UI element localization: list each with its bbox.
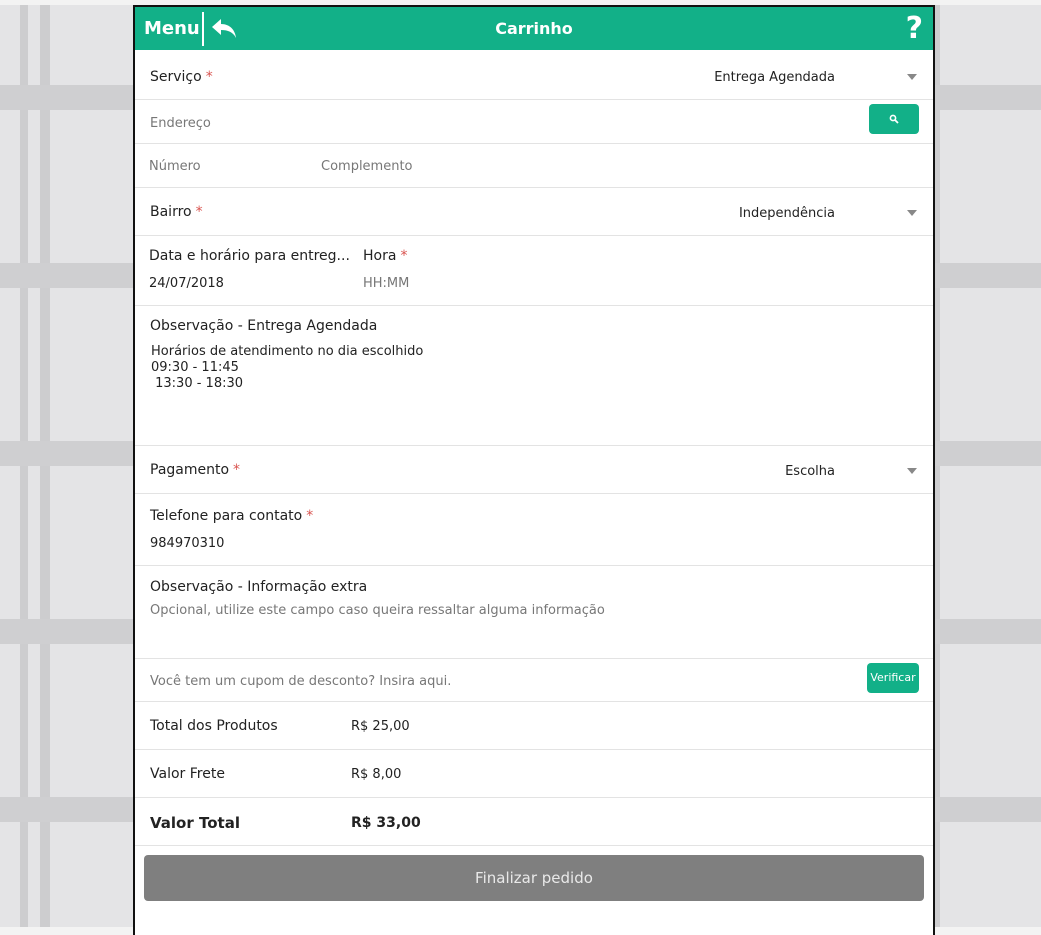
telefone-row: Telefone para contato * 984970310 <box>135 494 933 566</box>
search-button[interactable] <box>869 104 919 134</box>
page-title: Carrinho <box>495 19 573 38</box>
observacao-extra-block: Observação - Informação extra Opcional, … <box>135 566 933 659</box>
complemento-input[interactable]: Complemento <box>321 159 413 174</box>
data-hora-row: Data e horário para entreg... 24/07/2018… <box>135 236 933 306</box>
observacao-entrega-label: Observação - Entrega Agendada <box>150 318 378 334</box>
numero-input[interactable]: Número <box>149 159 201 174</box>
pagamento-label: Pagamento * <box>150 462 241 478</box>
pagamento-select[interactable]: Pagamento * Escolha <box>135 446 933 494</box>
total-produtos-row: Total dos Produtos R$ 25,00 <box>135 702 933 750</box>
bairro-value: Independência <box>738 206 835 221</box>
telefone-input[interactable]: 984970310 <box>150 536 224 551</box>
servico-value: Entrega Agendada <box>714 70 835 85</box>
finalizar-pedido-button[interactable]: Finalizar pedido <box>144 855 924 901</box>
hora-input[interactable]: HH:MM <box>363 276 409 291</box>
cupom-row: Você tem um cupom de desconto? Insira aq… <box>135 659 933 702</box>
header-bar: Menu Carrinho ? <box>135 7 933 50</box>
valor-frete-value: R$ 8,00 <box>351 767 402 782</box>
chevron-down-icon <box>907 74 917 80</box>
servico-select[interactable]: Serviço * Entrega Agendada <box>135 50 933 100</box>
telefone-label: Telefone para contato * <box>150 508 314 524</box>
total-produtos-value: R$ 25,00 <box>351 719 410 734</box>
pagamento-value: Escolha <box>785 464 835 479</box>
valor-total-label: Valor Total <box>150 814 240 832</box>
endereco-row: Endereço <box>135 100 933 144</box>
numero-complemento-row: Número Complemento <box>135 144 933 188</box>
observacao-extra-label: Observação - Informação extra <box>150 579 368 595</box>
chevron-down-icon <box>907 468 917 474</box>
observacao-entrega-block: Observação - Entrega Agendada Horários d… <box>135 306 933 446</box>
servico-label: Serviço * <box>150 69 213 85</box>
data-input[interactable]: 24/07/2018 <box>149 276 224 291</box>
question-mark-icon[interactable]: ? <box>906 11 923 46</box>
verificar-button[interactable]: Verificar <box>867 663 919 693</box>
endereco-input[interactable]: Endereço <box>150 116 211 131</box>
observacao-entrega-text: Horários de atendimento no dia escolhido… <box>151 344 424 391</box>
bairro-select[interactable]: Bairro * Independência <box>135 188 933 236</box>
valor-frete-label: Valor Frete <box>150 766 225 782</box>
valor-total-value: R$ 33,00 <box>351 815 421 831</box>
total-produtos-label: Total dos Produtos <box>150 718 278 734</box>
cupom-input[interactable]: Você tem um cupom de desconto? Insira aq… <box>150 674 451 689</box>
observacao-extra-input[interactable]: Opcional, utilize este campo caso queira… <box>150 603 605 618</box>
valor-frete-row: Valor Frete R$ 8,00 <box>135 750 933 798</box>
search-icon <box>889 114 899 124</box>
hora-label: Hora * <box>363 248 408 264</box>
bairro-label: Bairro * <box>150 204 203 220</box>
cart-panel: Menu Carrinho ? Serviço * Entrega Agendad… <box>133 5 935 935</box>
data-label: Data e horário para entreg... <box>149 248 350 264</box>
valor-total-row: Valor Total R$ 33,00 <box>135 798 933 846</box>
chevron-down-icon <box>907 210 917 216</box>
